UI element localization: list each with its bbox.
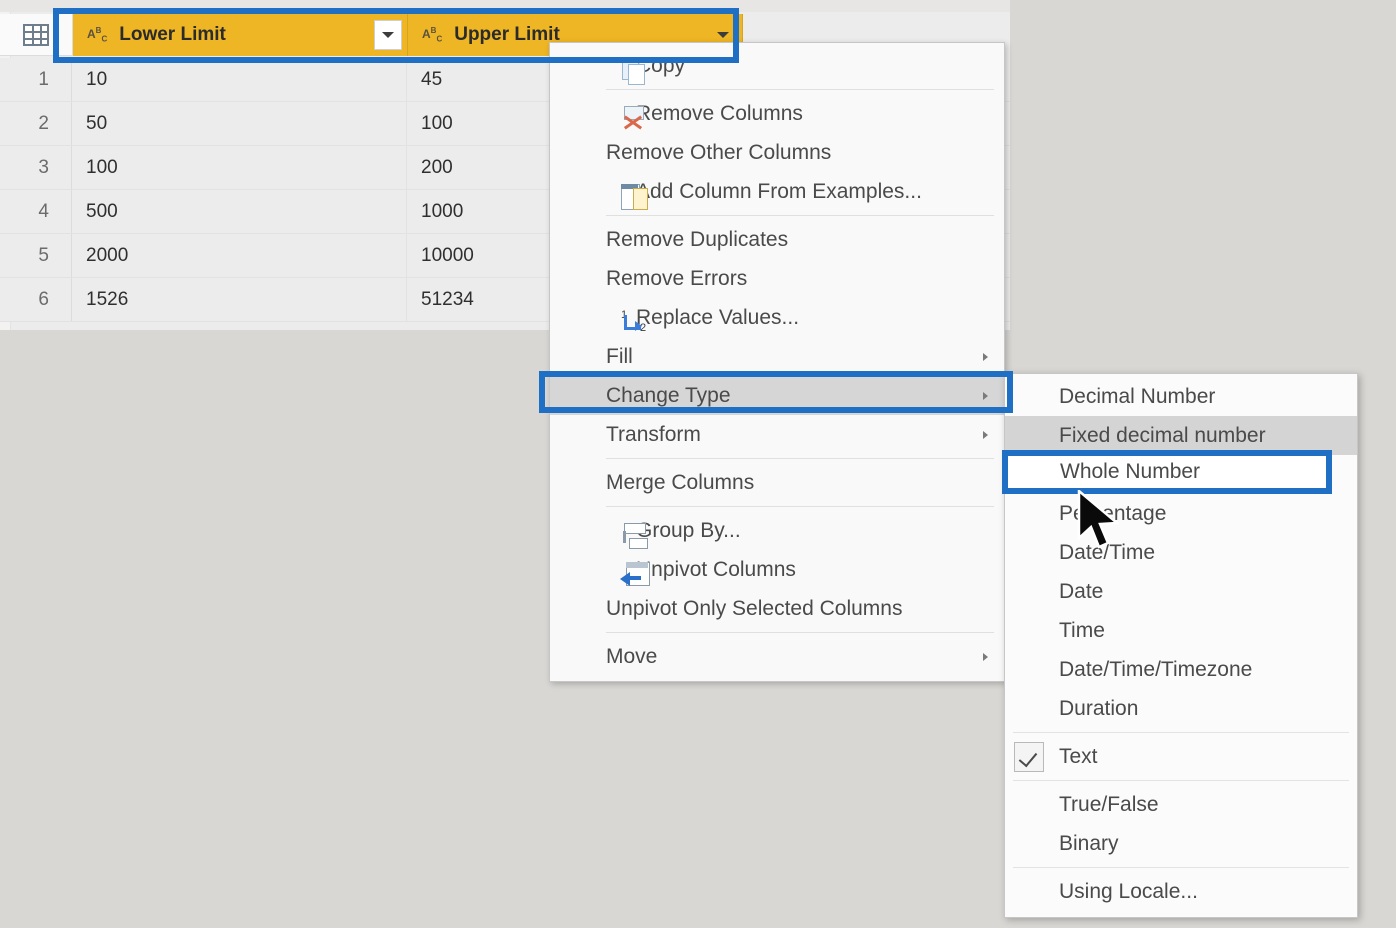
submenu-item-true-false[interactable]: True/False bbox=[1005, 785, 1357, 824]
copy-icon bbox=[620, 57, 650, 85]
submenu-separator bbox=[1013, 867, 1349, 868]
column-context-menu[interactable]: Copy Remove Columns Remove Other Columns… bbox=[549, 42, 1005, 682]
cell-lower-limit[interactable]: 2000 bbox=[72, 234, 407, 277]
submenu-item-label: True/False bbox=[1059, 792, 1159, 816]
replace-values-icon: 12 bbox=[621, 309, 647, 334]
cell-lower-limit[interactable]: 500 bbox=[72, 190, 407, 233]
menu-separator bbox=[606, 506, 994, 507]
menu-item-label: Change Type bbox=[606, 383, 731, 407]
submenu-item-label: Using Locale... bbox=[1059, 879, 1198, 903]
menu-item-label: Remove Other Columns bbox=[606, 140, 832, 164]
group-by-icon bbox=[620, 522, 650, 550]
add-column-icon bbox=[620, 183, 650, 211]
submenu-item-label: Date/Time/Timezone bbox=[1059, 657, 1253, 681]
submenu-item-using-locale[interactable]: Using Locale... bbox=[1005, 872, 1357, 911]
menu-item-label: Replace Values... bbox=[636, 305, 800, 329]
chevron-right-icon bbox=[983, 352, 988, 361]
submenu-item-label: Binary bbox=[1059, 831, 1119, 855]
submenu-item-date[interactable]: Date bbox=[1005, 572, 1357, 611]
menu-item-label: Remove Errors bbox=[606, 266, 748, 290]
column-header-label: Lower Limit bbox=[119, 24, 226, 45]
submenu-item-text[interactable]: Text bbox=[1005, 737, 1357, 776]
submenu-item-label: Fixed decimal number bbox=[1059, 423, 1266, 447]
table-icon bbox=[23, 23, 49, 46]
menu-separator bbox=[606, 458, 994, 459]
chevron-down-icon bbox=[717, 32, 729, 38]
menu-item-remove-duplicates[interactable]: Remove Duplicates bbox=[550, 220, 1004, 259]
menu-item-copy[interactable]: Copy bbox=[550, 46, 1004, 85]
menu-item-label: Merge Columns bbox=[606, 470, 755, 494]
submenu-item-date-time[interactable]: Date/Time bbox=[1005, 533, 1357, 572]
row-number: 5 bbox=[0, 234, 72, 277]
menu-item-label: Move bbox=[606, 644, 658, 668]
menu-item-remove-other-columns[interactable]: Remove Other Columns bbox=[550, 133, 1004, 172]
submenu-item-label: Duration bbox=[1059, 696, 1139, 720]
chevron-right-icon bbox=[983, 652, 988, 661]
submenu-item-percentage[interactable]: Percentage bbox=[1005, 494, 1357, 533]
menu-item-change-type[interactable]: Change Type bbox=[550, 376, 1004, 415]
chevron-right-icon bbox=[983, 391, 988, 400]
column-filter-dropdown-lower-limit[interactable] bbox=[374, 20, 402, 50]
power-query-editor-screen: ABC Lower Limit ABC Upper Limit 1 10 45 bbox=[0, 0, 1396, 928]
row-number: 6 bbox=[0, 278, 72, 321]
menu-item-replace-values[interactable]: 12 Replace Values... bbox=[550, 298, 1004, 337]
row-number: 2 bbox=[0, 102, 72, 145]
submenu-item-label: Date/Time bbox=[1059, 540, 1156, 564]
menu-item-label: Remove Columns bbox=[636, 101, 803, 125]
annotation-box-whole-number[interactable]: Whole Number bbox=[1002, 450, 1332, 494]
menu-item-merge-columns[interactable]: Merge Columns bbox=[550, 463, 1004, 502]
menu-item-label: Unpivot Only Selected Columns bbox=[606, 596, 903, 620]
cell-lower-limit[interactable]: 100 bbox=[72, 146, 407, 189]
menu-item-remove-columns[interactable]: Remove Columns bbox=[550, 94, 1004, 133]
chevron-right-icon bbox=[983, 430, 988, 439]
menu-separator bbox=[606, 215, 994, 216]
abc-text-type-icon: ABC bbox=[87, 26, 108, 44]
chevron-down-icon bbox=[382, 32, 394, 38]
row-number: 4 bbox=[0, 190, 72, 233]
cell-lower-limit[interactable]: 10 bbox=[72, 58, 407, 101]
menu-item-label: Transform bbox=[606, 422, 701, 446]
row-number: 1 bbox=[0, 58, 72, 101]
unpivot-icon bbox=[620, 561, 650, 589]
abc-text-type-icon: ABC bbox=[422, 26, 443, 44]
submenu-item-label: Percentage bbox=[1059, 501, 1167, 525]
row-number: 3 bbox=[0, 146, 72, 189]
menu-item-label: Add Column From Examples... bbox=[636, 179, 922, 203]
cell-lower-limit[interactable]: 1526 bbox=[72, 278, 407, 321]
submenu-item-time[interactable]: Time bbox=[1005, 611, 1357, 650]
menu-item-label: Unpivot Columns bbox=[636, 557, 796, 581]
submenu-separator bbox=[1013, 732, 1349, 733]
menu-item-add-column-from-examples[interactable]: Add Column From Examples... bbox=[550, 172, 1004, 211]
menu-item-fill[interactable]: Fill bbox=[550, 337, 1004, 376]
submenu-separator bbox=[1013, 780, 1349, 781]
checkmark-icon bbox=[1014, 741, 1044, 772]
submenu-item-decimal-number[interactable]: Decimal Number bbox=[1005, 377, 1357, 416]
column-header-label: Upper Limit bbox=[454, 24, 560, 45]
menu-item-unpivot-columns[interactable]: Unpivot Columns bbox=[550, 550, 1004, 589]
select-all-columns-button[interactable] bbox=[0, 14, 73, 56]
menu-item-label: Group By... bbox=[636, 518, 741, 542]
cell-lower-limit[interactable]: 50 bbox=[72, 102, 407, 145]
submenu-item-label: Text bbox=[1059, 744, 1098, 768]
column-header-lower-limit[interactable]: ABC Lower Limit bbox=[73, 14, 408, 56]
submenu-item-label: Decimal Number bbox=[1059, 384, 1216, 408]
submenu-item-date-time-timezone[interactable]: Date/Time/Timezone bbox=[1005, 650, 1357, 689]
submenu-item-label: Time bbox=[1059, 618, 1105, 642]
menu-item-remove-errors[interactable]: Remove Errors bbox=[550, 259, 1004, 298]
menu-item-unpivot-only-selected-columns[interactable]: Unpivot Only Selected Columns bbox=[550, 589, 1004, 628]
menu-separator bbox=[606, 632, 994, 633]
menu-item-transform[interactable]: Transform bbox=[550, 415, 1004, 454]
menu-item-group-by[interactable]: Group By... bbox=[550, 511, 1004, 550]
submenu-item-binary[interactable]: Binary bbox=[1005, 824, 1357, 863]
submenu-item-label: Whole Number bbox=[1060, 460, 1201, 483]
menu-item-label: Fill bbox=[606, 344, 633, 368]
remove-columns-icon bbox=[620, 105, 650, 133]
grid-top-strip bbox=[0, 0, 1010, 12]
submenu-item-duration[interactable]: Duration bbox=[1005, 689, 1357, 728]
submenu-item-label: Date bbox=[1059, 579, 1104, 603]
menu-item-label: Remove Duplicates bbox=[606, 227, 789, 251]
menu-item-move[interactable]: Move bbox=[550, 637, 1004, 676]
menu-separator bbox=[606, 89, 994, 90]
